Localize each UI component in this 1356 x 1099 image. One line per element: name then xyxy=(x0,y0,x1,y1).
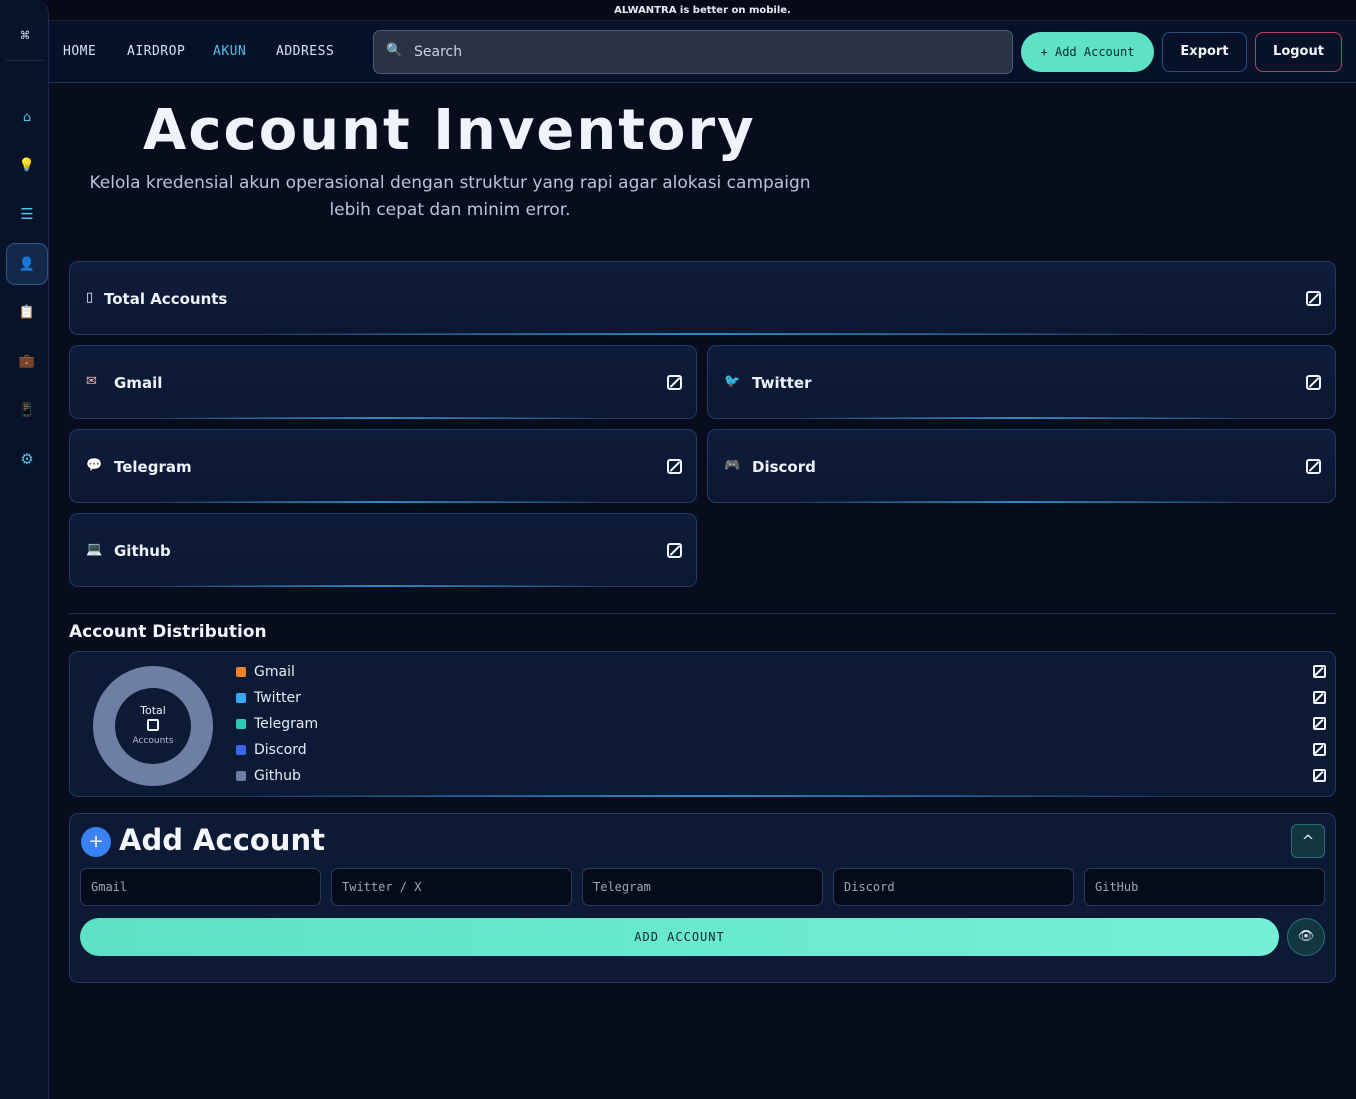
page-title: Account Inventory xyxy=(143,98,756,163)
card-total-accounts: ▯ Total Accounts xyxy=(69,261,1336,335)
discord-input[interactable] xyxy=(833,868,1074,906)
sidebar-item-tasks[interactable]: 📋 xyxy=(6,291,48,333)
nav-akun[interactable]: AKUN xyxy=(213,44,246,59)
envelope-icon: ✉ xyxy=(86,374,97,389)
legend-label: Twitter xyxy=(254,690,301,706)
card-label: Gmail xyxy=(114,374,163,392)
logout-button[interactable]: Logout xyxy=(1255,32,1342,72)
chat-icon: 💬 xyxy=(86,458,103,473)
legend-swatch xyxy=(236,719,246,729)
user-icon: 👤 xyxy=(18,256,36,272)
card-label: Twitter xyxy=(752,374,812,392)
top-navbar: HOME AIRDROP AKUN ADDRESS 🔍 Search + Add… xyxy=(49,21,1356,83)
card-github: 💻 Github xyxy=(69,513,697,587)
count-value xyxy=(667,375,682,390)
legend-label: Telegram xyxy=(254,716,319,732)
legend-count xyxy=(1313,665,1326,678)
legend-label: Github xyxy=(254,768,301,784)
sidebar-item-mobile[interactable]: 📱 xyxy=(6,389,48,431)
nav-airdrop[interactable]: AIRDROP xyxy=(127,44,185,59)
search-input[interactable]: Search xyxy=(414,44,462,60)
count-value xyxy=(1306,291,1321,306)
donut-accounts-label: Accounts xyxy=(132,736,174,746)
lightbulb-icon: 💡 xyxy=(18,157,36,173)
legend-swatch xyxy=(236,693,246,703)
list-icon: ☰ xyxy=(20,205,34,223)
legend-item: Twitter xyxy=(236,688,1326,708)
gamepad-icon: 🎮 xyxy=(724,458,741,473)
card-label: Discord xyxy=(752,458,816,476)
card-label: Telegram xyxy=(114,458,192,476)
donut-center: Total Accounts xyxy=(115,688,191,764)
legend-label: Discord xyxy=(254,742,307,758)
legend-label: Gmail xyxy=(254,664,295,680)
legend-swatch xyxy=(236,667,246,677)
legend-count xyxy=(1313,691,1326,704)
donut-chart: Total Accounts xyxy=(93,666,213,786)
bird-icon: 🐦 xyxy=(724,374,741,389)
donut-total-value xyxy=(147,719,159,731)
count-value xyxy=(667,543,682,558)
twitter-input[interactable] xyxy=(331,868,572,906)
legend-count xyxy=(1313,743,1326,756)
app-logo-icon[interactable]: ⌘ xyxy=(8,22,42,50)
card-twitter: 🐦 Twitter xyxy=(707,345,1336,419)
count-value xyxy=(667,459,682,474)
collapse-toggle-button[interactable]: ^ xyxy=(1291,824,1325,858)
add-account-button[interactable]: + Add Account xyxy=(1021,32,1154,72)
legend-count xyxy=(1313,717,1326,730)
export-button[interactable]: Export xyxy=(1162,32,1247,72)
sidebar-item-settings[interactable]: ⚙ xyxy=(6,438,48,480)
card-telegram: 💬 Telegram xyxy=(69,429,697,503)
eye-icon[interactable]: 👁 xyxy=(1287,918,1325,956)
sidebar-item-accounts[interactable]: 👤 xyxy=(6,243,48,285)
telegram-input[interactable] xyxy=(582,868,823,906)
briefcase-icon: 💼 xyxy=(18,353,36,369)
nav-home[interactable]: HOME xyxy=(63,44,96,59)
settings-icon: ⚙ xyxy=(20,450,34,468)
add-account-submit-button[interactable]: ADD ACCOUNT xyxy=(80,918,1279,956)
distribution-title: Account Distribution xyxy=(69,622,267,642)
page-subtitle: Kelola kredensial akun operasional denga… xyxy=(89,173,811,220)
legend-count xyxy=(1313,769,1326,782)
nav-address[interactable]: ADDRESS xyxy=(276,44,334,59)
card-discord: 🎮 Discord xyxy=(707,429,1336,503)
legend-item: Discord xyxy=(236,740,1326,760)
count-value xyxy=(1306,375,1321,390)
search-icon: 🔍 xyxy=(386,43,403,58)
card-label: Github xyxy=(114,542,171,560)
plus-icon: + xyxy=(81,827,111,857)
section-divider xyxy=(69,613,1336,614)
legend-item: Github xyxy=(236,766,1326,786)
github-input[interactable] xyxy=(1084,868,1325,906)
phone-outline-icon: ▯ xyxy=(86,290,94,305)
legend-swatch xyxy=(236,771,246,781)
sidebar-item-list[interactable]: ☰ xyxy=(6,193,48,235)
distribution-panel: Total Accounts Gmail Twitter Telegram Di… xyxy=(69,651,1336,797)
count-value xyxy=(1306,459,1321,474)
phone-icon: 📱 xyxy=(18,402,36,418)
donut-total-label: Total xyxy=(140,704,166,717)
sidebar-divider xyxy=(6,60,44,61)
sidebar-item-home[interactable]: ⌂ xyxy=(6,96,48,138)
gmail-input[interactable] xyxy=(80,868,321,906)
legend-item: Telegram xyxy=(236,714,1326,734)
legend-swatch xyxy=(236,745,246,755)
card-label: Total Accounts xyxy=(104,290,228,308)
card-gmail: ✉ Gmail xyxy=(69,345,697,419)
sidebar-item-airdrop[interactable]: 💡 xyxy=(6,144,48,186)
clipboard-icon: 📋 xyxy=(18,304,36,320)
search-bar[interactable]: 🔍 Search xyxy=(373,30,1013,74)
add-account-title: Add Account xyxy=(119,823,325,857)
sidebar: ⌘ ⌂ 💡 ☰ 👤 📋 💼 📱 ⚙ xyxy=(0,0,49,1099)
home-icon: ⌂ xyxy=(22,109,32,125)
sidebar-item-projects[interactable]: 💼 xyxy=(6,340,48,382)
legend-item: Gmail xyxy=(236,662,1326,682)
laptop-icon: 💻 xyxy=(86,542,103,557)
mobile-banner: ALWANTRA is better on mobile. xyxy=(49,0,1356,21)
add-account-panel: + Add Account ^ ADD ACCOUNT 👁 xyxy=(69,813,1336,983)
